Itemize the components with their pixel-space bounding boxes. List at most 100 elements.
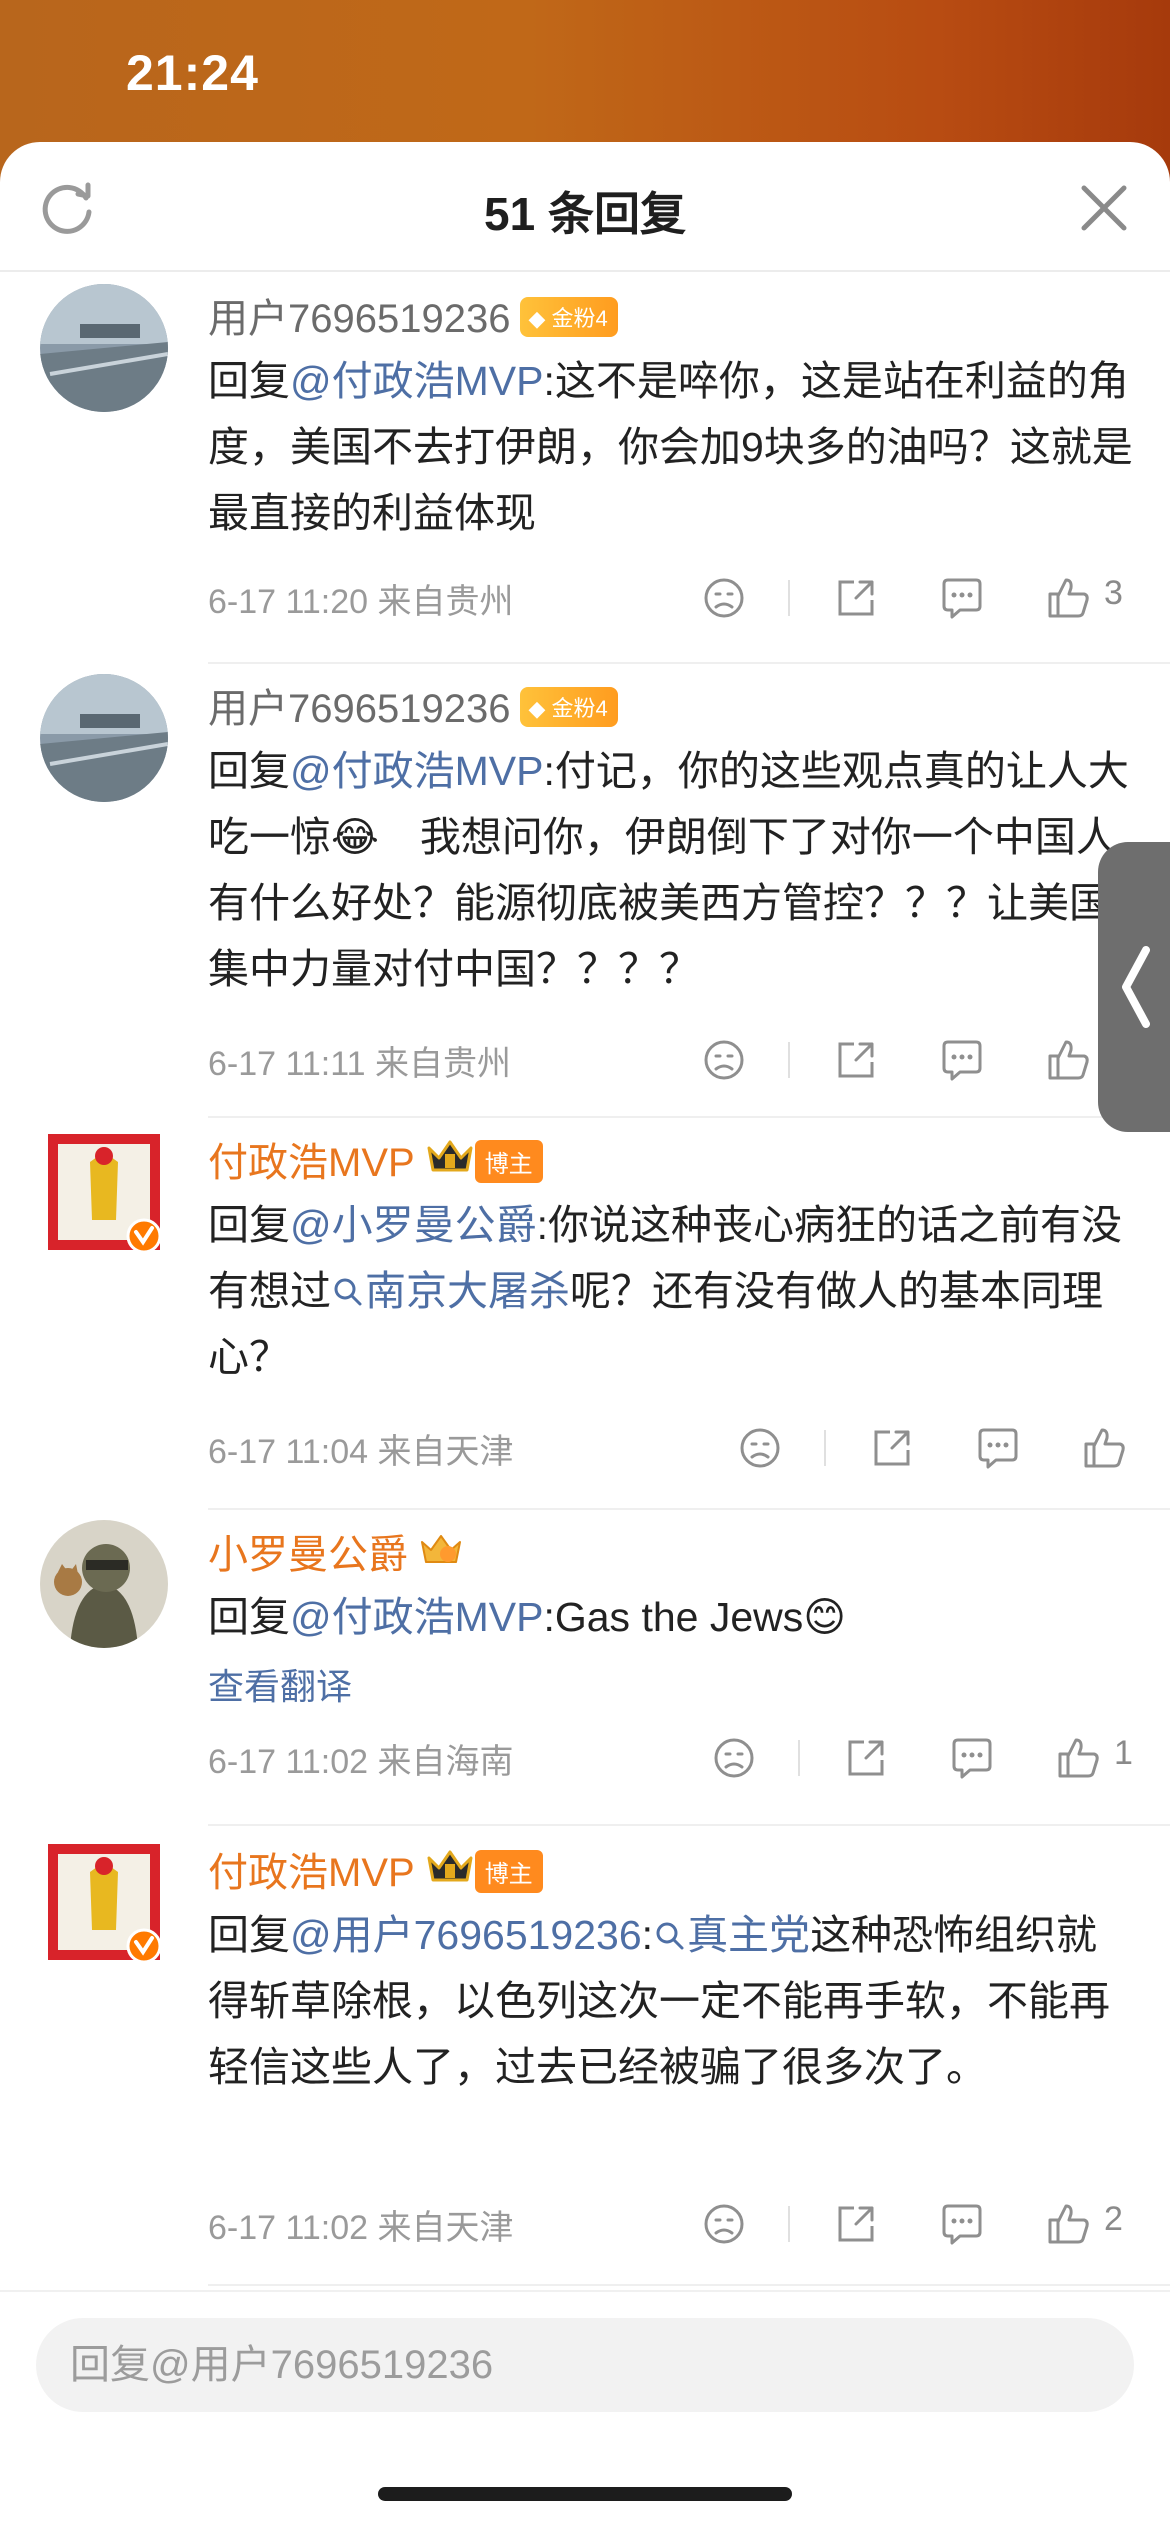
fan-badge: ◆ 金粉4 — [520, 297, 618, 338]
comment-icon[interactable] — [938, 2200, 986, 2248]
timestamp: 6-17 11:02 — [208, 1743, 369, 1781]
search-icon — [331, 1268, 365, 1314]
chevron-left-icon — [1122, 946, 1150, 1028]
mention-link[interactable]: @用户7696519236 — [290, 1912, 642, 1958]
username-text[interactable]: 小罗曼公爵 — [208, 1533, 408, 1577]
location: 来自贵州 — [377, 583, 514, 621]
username[interactable]: 付政浩MVP 博主 — [208, 1130, 543, 1190]
location: 来自天津 — [377, 1433, 514, 1471]
comment-actions: 2 — [700, 2200, 1140, 2256]
mention-link[interactable]: @小罗曼公爵 — [290, 1202, 537, 1248]
timestamp: 6-17 11:20 — [208, 583, 369, 621]
username[interactable]: 小罗曼公爵 — [208, 1522, 464, 1582]
sheet-title: 51 条回复 — [484, 188, 686, 240]
sheet-header: 51 条回复 — [0, 142, 1170, 272]
like-count: 1 — [1114, 1734, 1133, 1772]
avatar[interactable] — [40, 284, 168, 412]
like-count: 3 — [1104, 574, 1123, 612]
dislike-icon[interactable] — [700, 2200, 748, 2248]
share-icon[interactable] — [832, 1036, 880, 1084]
username-text[interactable]: 付政浩MVP — [208, 1141, 415, 1185]
action-separator — [788, 580, 790, 616]
username[interactable]: 用户7696519236 ◆ 金粉4 — [208, 676, 618, 734]
crown-icon — [425, 1136, 475, 1186]
location: 来自贵州 — [375, 1045, 511, 1083]
like-icon[interactable] — [1044, 574, 1092, 622]
search-icon — [653, 1912, 687, 1958]
comment-icon[interactable] — [938, 574, 986, 622]
username-text[interactable]: 付政浩MVP — [208, 1851, 415, 1895]
action-separator — [788, 2206, 790, 2242]
action-separator — [824, 1430, 826, 1466]
dislike-icon[interactable] — [700, 1036, 748, 1084]
reply-prefix: 回复 — [208, 1594, 290, 1640]
location: 来自海南 — [377, 1743, 514, 1781]
crown-icon — [418, 1528, 464, 1578]
close-icon[interactable] — [1076, 180, 1132, 236]
share-icon[interactable] — [842, 1734, 890, 1782]
comment-meta: 6-17 11:20 来自贵州 — [208, 574, 514, 623]
home-indicator — [378, 2487, 792, 2501]
comment-icon[interactable] — [974, 1424, 1022, 1472]
replies-sheet: 51 条回复 用户7696519236 ◆ 金粉4 回复@付政浩MVP:这不是啐你… — [0, 142, 1170, 2532]
dislike-icon[interactable] — [700, 574, 748, 622]
fan-badge: ◆ 金粉4 — [520, 687, 618, 728]
side-panel-handle[interactable] — [1098, 842, 1170, 1132]
topic-text[interactable]: 真主党 — [687, 1912, 810, 1958]
comment-meta: 6-17 11:04 来自天津 — [208, 1424, 514, 1473]
topic-text[interactable]: 南京大屠杀 — [365, 1268, 570, 1314]
comment-icon[interactable] — [938, 1036, 986, 1084]
comment-text: : — [641, 1912, 654, 1958]
comment-body: 回复@付政浩MVP:Gas the Jews😊 — [208, 1584, 1138, 1650]
dislike-icon[interactable] — [710, 1734, 758, 1782]
mention-link[interactable]: @付政浩MVP — [290, 1594, 543, 1640]
avatar[interactable] — [40, 1520, 168, 1648]
mention-link[interactable]: @付政浩MVP — [290, 748, 543, 794]
like-icon[interactable] — [1044, 2200, 1092, 2248]
action-separator — [798, 1740, 800, 1776]
username-text[interactable]: 用户7696519236 — [208, 297, 510, 341]
reply-prefix: 回复 — [208, 358, 290, 404]
avatar[interactable] — [40, 1838, 168, 1966]
share-icon[interactable] — [868, 1424, 916, 1472]
laughing-emoji-icon: 😂 — [331, 814, 379, 860]
location: 来自天津 — [377, 2209, 514, 2247]
topic-link[interactable]: 南京大屠杀 — [331, 1268, 570, 1314]
action-separator — [788, 1042, 790, 1078]
reply-prefix: 回复 — [208, 748, 290, 794]
comment-divider — [208, 1116, 1170, 1118]
like-icon[interactable] — [1080, 1424, 1128, 1472]
dislike-icon[interactable] — [736, 1424, 784, 1472]
share-icon[interactable] — [832, 2200, 880, 2248]
blogger-badge: 博主 — [474, 1849, 543, 1893]
smile-emoji-icon: 😊 — [803, 1594, 846, 1640]
comment-body: 回复@用户7696519236: 真主党这种恐怖组织就得斩草除根，以色列这次一定不… — [208, 1902, 1138, 2100]
comment-actions — [700, 1036, 1140, 1092]
comment-divider — [208, 2284, 1170, 2286]
comment-meta: 6-17 11:02 来自天津 — [208, 2200, 514, 2249]
blogger-badge: 博主 — [474, 1139, 543, 1183]
like-icon[interactable] — [1044, 1036, 1092, 1084]
avatar[interactable] — [40, 674, 168, 802]
comment-meta: 6-17 11:11 来自贵州 — [208, 1036, 511, 1085]
comment-icon[interactable] — [948, 1734, 996, 1782]
comment-text: :Gas the Jews — [543, 1594, 804, 1640]
reply-prefix: 回复 — [208, 1912, 290, 1958]
topic-link[interactable]: 真主党 — [653, 1912, 810, 1958]
username-text[interactable]: 用户7696519236 — [208, 687, 510, 731]
comment-meta: 6-17 11:02 来自海南 — [208, 1734, 514, 1783]
like-icon[interactable] — [1054, 1734, 1102, 1782]
share-icon[interactable] — [832, 574, 880, 622]
status-time: 21:24 — [126, 45, 259, 101]
comment-actions: 3 — [700, 574, 1140, 630]
avatar[interactable] — [40, 1128, 168, 1256]
translate-link[interactable]: 查看翻译 — [208, 1658, 352, 1710]
comment-body: 回复@小罗曼公爵:你说这种丧心病狂的话之前有没有想过 南京大屠杀呢？还有没有做人的… — [208, 1192, 1138, 1390]
comment-list: 用户7696519236 ◆ 金粉4 回复@付政浩MVP:这不是啐你，这是站在利益… — [0, 274, 1170, 2430]
reply-prefix: 回复 — [208, 1202, 290, 1248]
mention-link[interactable]: @付政浩MVP — [290, 358, 543, 404]
username[interactable]: 用户7696519236 ◆ 金粉4 — [208, 286, 618, 344]
reply-input[interactable] — [36, 2318, 1134, 2412]
crown-icon — [425, 1846, 475, 1896]
username[interactable]: 付政浩MVP 博主 — [208, 1840, 543, 1900]
